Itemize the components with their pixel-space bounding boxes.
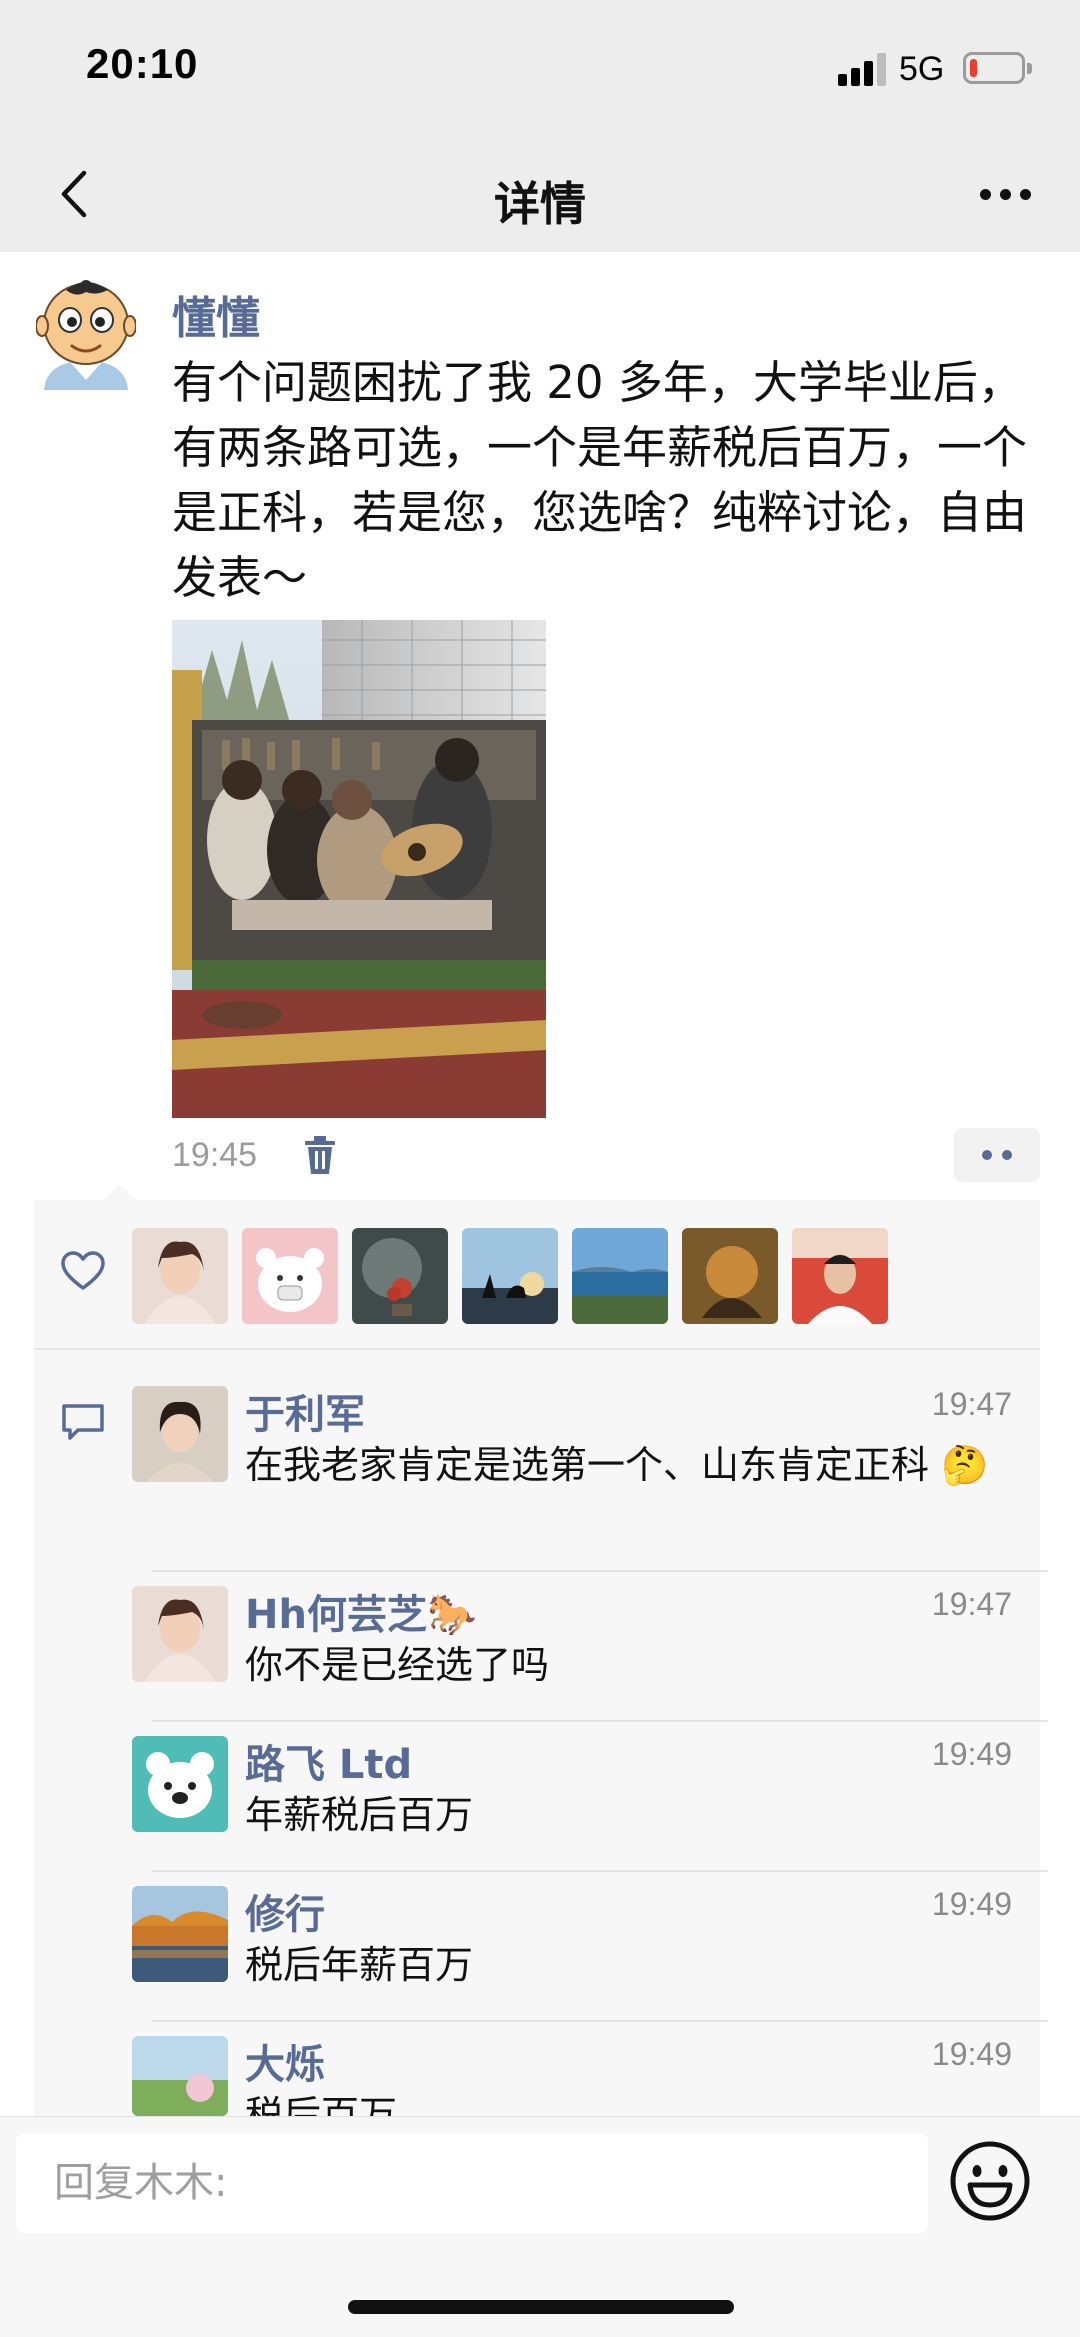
post-text: 有个问题困扰了我 20 多年，大学毕业后，有两条路可选，一个是年薪税后百万，一个… [172, 356, 1028, 604]
comment-divider [152, 2020, 1048, 2022]
liker-avatar[interactable] [572, 1228, 668, 1324]
liker-avatar[interactable] [352, 1228, 448, 1324]
comment-time: 19:47 [931, 1586, 1012, 1622]
delete-icon[interactable] [302, 1134, 338, 1176]
commenter-name[interactable]: 于利军 [245, 1382, 365, 1440]
comment-time: 19:49 [931, 1736, 1012, 1772]
comment-item[interactable]: 大烁 19:49 税后百万 [132, 2036, 1012, 2116]
comment-time: 19:49 [931, 2036, 1012, 2072]
comment-text: 在我老家肯定是选第一个、山东肯定正科 🤔 [245, 1443, 989, 1487]
comment-text: 年薪税后百万 [245, 1793, 474, 1837]
home-indicator [348, 2300, 734, 2314]
comment-item[interactable]: 修行 19:49 税后年薪百万 [132, 1886, 1012, 2020]
more-icon[interactable] [970, 164, 1040, 224]
status-bar: 20:10 5G [0, 0, 1080, 138]
network-label: 5G [899, 50, 945, 88]
liker-avatar[interactable] [792, 1228, 888, 1324]
battery-icon [963, 52, 1032, 84]
liker-avatar[interactable] [682, 1228, 778, 1324]
page-title: 详情 [494, 177, 586, 231]
comment-time: 19:49 [931, 1886, 1012, 1922]
comment-text: 税后年薪百万 [245, 1943, 474, 1987]
comment-text: 你不是已经选了吗 [245, 1643, 550, 1687]
commenter-avatar[interactable] [132, 1386, 228, 1482]
liker-avatar[interactable] [242, 1228, 338, 1324]
commenter-name[interactable]: 路飞 Ltd [245, 1732, 412, 1790]
commenter-avatar[interactable] [132, 1586, 228, 1682]
signal-icon [838, 52, 888, 86]
commenter-name[interactable]: 大烁 [245, 2032, 325, 2090]
comment-divider [152, 1870, 1048, 1872]
comment-text: 税后百万 [245, 2093, 398, 2116]
commenter-avatar[interactable] [132, 2036, 228, 2116]
commenter-avatar[interactable] [132, 1736, 228, 1832]
heart-icon [60, 1250, 106, 1292]
status-time: 20:10 [86, 40, 199, 87]
comment-item[interactable]: 路飞 Ltd 19:49 年薪税后百万 [132, 1736, 1012, 1870]
commenter-avatar[interactable] [132, 1886, 228, 1982]
emoji-icon[interactable] [948, 2139, 1032, 2223]
post-photo[interactable] [172, 620, 546, 1118]
post-time: 19:45 [172, 1136, 258, 1174]
post-author-name[interactable]: 懂懂 [172, 282, 260, 346]
comment-item[interactable]: 于利军 19:47 在我老家肯定是选第一个、山东肯定正科 🤔 [132, 1386, 1012, 1576]
likes-row [34, 1200, 1040, 1348]
comment-item[interactable]: Hh何芸芝🐎 19:47 你不是已经选了吗 [132, 1586, 1012, 1720]
reply-input[interactable]: 回复木木: [16, 2133, 928, 2233]
liker-avatar[interactable] [462, 1228, 558, 1324]
more-actions-icon[interactable] [954, 1128, 1040, 1182]
commenter-name[interactable]: Hh何芸芝🐎 [245, 1582, 477, 1640]
liker-avatar[interactable] [132, 1228, 228, 1324]
commenter-name[interactable]: 修行 [245, 1882, 325, 1940]
comment-divider [152, 1720, 1048, 1722]
nav-bar: 详情 [0, 138, 1080, 252]
author-avatar[interactable] [35, 276, 137, 390]
comment-icon [60, 1402, 106, 1442]
panel-divider [34, 1348, 1040, 1350]
comment-time: 19:47 [931, 1386, 1012, 1422]
comment-divider [152, 1570, 1048, 1572]
